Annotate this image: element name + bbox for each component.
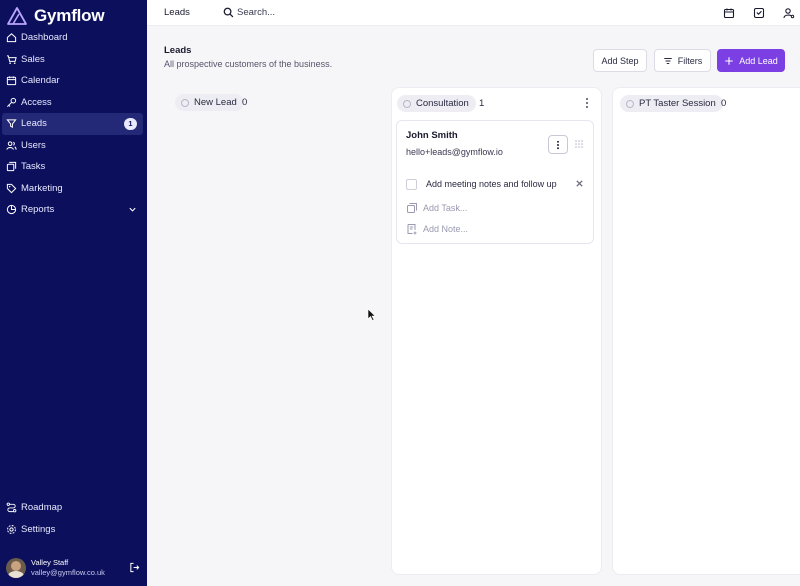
sidebar-item-dashboard[interactable]: Dashboard (0, 27, 147, 49)
user-settings-icon[interactable] (783, 6, 795, 19)
key-icon (6, 97, 17, 108)
sidebar-item-label: Dashboard (21, 32, 68, 44)
calendar-icon (6, 75, 17, 86)
stage-name: PT Taster Session (639, 98, 716, 109)
search-input[interactable]: Search... (223, 4, 275, 20)
board-column-new-lead: New Lead 0 (170, 87, 385, 575)
sidebar-item-label: Calendar (21, 75, 60, 87)
add-note-button[interactable]: Add Note... (406, 222, 468, 236)
add-task-button[interactable]: Add Task... (406, 201, 467, 215)
add-note-icon (407, 224, 417, 235)
stage-chip[interactable]: PT Taster Session (620, 95, 723, 112)
gymflow-logo-icon (7, 7, 27, 25)
filters-button[interactable]: Filters (654, 49, 711, 72)
search-placeholder: Search... (237, 6, 276, 18)
pie-chart-icon (6, 204, 17, 215)
user-name: Valley Staff (31, 558, 69, 567)
task-row: Add meeting notes and follow up (406, 177, 586, 191)
stage-status-icon (626, 99, 634, 108)
sidebar-nav: Dashboard Sales Calendar Access Leads 1 … (0, 27, 147, 221)
stage-count: 1 (479, 98, 485, 109)
plus-icon (725, 56, 733, 65)
sidebar-item-label: Settings (21, 523, 56, 535)
sidebar-item-calendar[interactable]: Calendar (0, 70, 147, 92)
home-icon (6, 32, 17, 43)
filter-lines-icon (664, 57, 672, 64)
board-column-pt-taster-session: PT Taster Session 0 (612, 87, 800, 575)
sidebar-bottom-nav: Roadmap Settings (0, 497, 147, 540)
route-icon (6, 502, 17, 513)
task-text: Add meeting notes and follow up (426, 179, 557, 189)
breadcrumb: Leads (164, 7, 190, 18)
add-step-button[interactable]: Add Step (593, 49, 647, 72)
brand-name: Gymflow (34, 6, 105, 25)
stage-chip[interactable]: New Lead (175, 94, 244, 111)
tag-icon (6, 183, 17, 194)
stage-chip[interactable]: Consultation (397, 95, 476, 112)
sidebar-item-roadmap[interactable]: Roadmap (0, 497, 147, 519)
add-lead-button[interactable]: Add Lead (717, 49, 785, 72)
column-menu-icon[interactable] (582, 97, 592, 109)
sidebar-item-label: Tasks (21, 161, 46, 173)
stage-name: New Lead (194, 97, 237, 108)
sidebar-item-label: Access (21, 96, 52, 108)
mouse-cursor-icon (367, 308, 376, 321)
sidebar-item-label: Reports (21, 204, 55, 216)
close-icon[interactable] (575, 179, 584, 188)
brand-logo[interactable]: Gymflow (6, 3, 147, 29)
chevron-down-icon[interactable] (128, 205, 137, 214)
filters-label: Filters (677, 55, 703, 66)
logout-icon[interactable] (129, 562, 140, 573)
search-icon (223, 7, 234, 17)
stage-status-icon (403, 99, 411, 108)
kebab-menu-icon (557, 140, 559, 149)
lead-menu-button[interactable] (548, 135, 568, 154)
page-subtitle: All prospective customers of the busines… (164, 59, 333, 69)
user-info: Valley Staff valley@gymflow.co.uk (31, 558, 105, 578)
sidebar-item-reports[interactable]: Reports (0, 199, 147, 221)
sidebar-item-label: Users (21, 139, 46, 151)
sidebar-item-label: Marketing (21, 182, 63, 194)
avatar (6, 558, 26, 578)
lead-email: hello+leads@gymflow.io (406, 147, 503, 157)
sidebar-item-users[interactable]: Users (0, 135, 147, 157)
stage-name: Consultation (416, 98, 469, 109)
add-note-label: Add Note... (423, 224, 469, 234)
tasks-icon (6, 161, 17, 172)
sidebar-item-tasks[interactable]: Tasks (0, 156, 147, 178)
sidebar: Gymflow Dashboard Sales Calendar Access … (0, 0, 147, 586)
leads-count-badge: 1 (124, 118, 137, 130)
add-step-label: Add Step (601, 55, 639, 66)
sidebar-item-leads[interactable]: Leads 1 (2, 113, 143, 135)
add-lead-label: Add Lead (739, 55, 778, 66)
add-task-icon (407, 203, 417, 213)
inbox-check-icon[interactable] (753, 6, 765, 19)
top-bar: Leads Search... (147, 0, 800, 26)
add-task-label: Add Task... (423, 203, 468, 213)
sidebar-item-settings[interactable]: Settings (0, 519, 147, 541)
sidebar-item-label: Sales (21, 53, 45, 65)
cart-icon (6, 54, 17, 65)
users-icon (6, 140, 17, 151)
task-checkbox[interactable] (406, 178, 417, 190)
sidebar-item-access[interactable]: Access (0, 92, 147, 114)
sidebar-item-label: Leads (21, 118, 47, 130)
lead-card[interactable]: John Smith hello+leads@gymflow.io Add me… (396, 120, 594, 244)
calendar-icon[interactable] (723, 6, 735, 19)
user-profile[interactable]: Valley Staff valley@gymflow.co.uk (6, 556, 144, 580)
sidebar-item-marketing[interactable]: Marketing (0, 178, 147, 200)
sidebar-item-label: Roadmap (21, 502, 63, 514)
gear-icon (6, 524, 17, 535)
user-email: valley@gymflow.co.uk (31, 568, 105, 577)
sidebar-item-sales[interactable]: Sales (0, 49, 147, 71)
stage-count: 0 (242, 97, 248, 108)
stage-count: 0 (721, 98, 727, 109)
drag-handle-icon[interactable] (574, 139, 584, 149)
filter-icon (6, 118, 17, 129)
stage-status-icon (181, 98, 189, 107)
lead-name: John Smith (406, 130, 458, 141)
page-title: Leads (164, 45, 192, 56)
